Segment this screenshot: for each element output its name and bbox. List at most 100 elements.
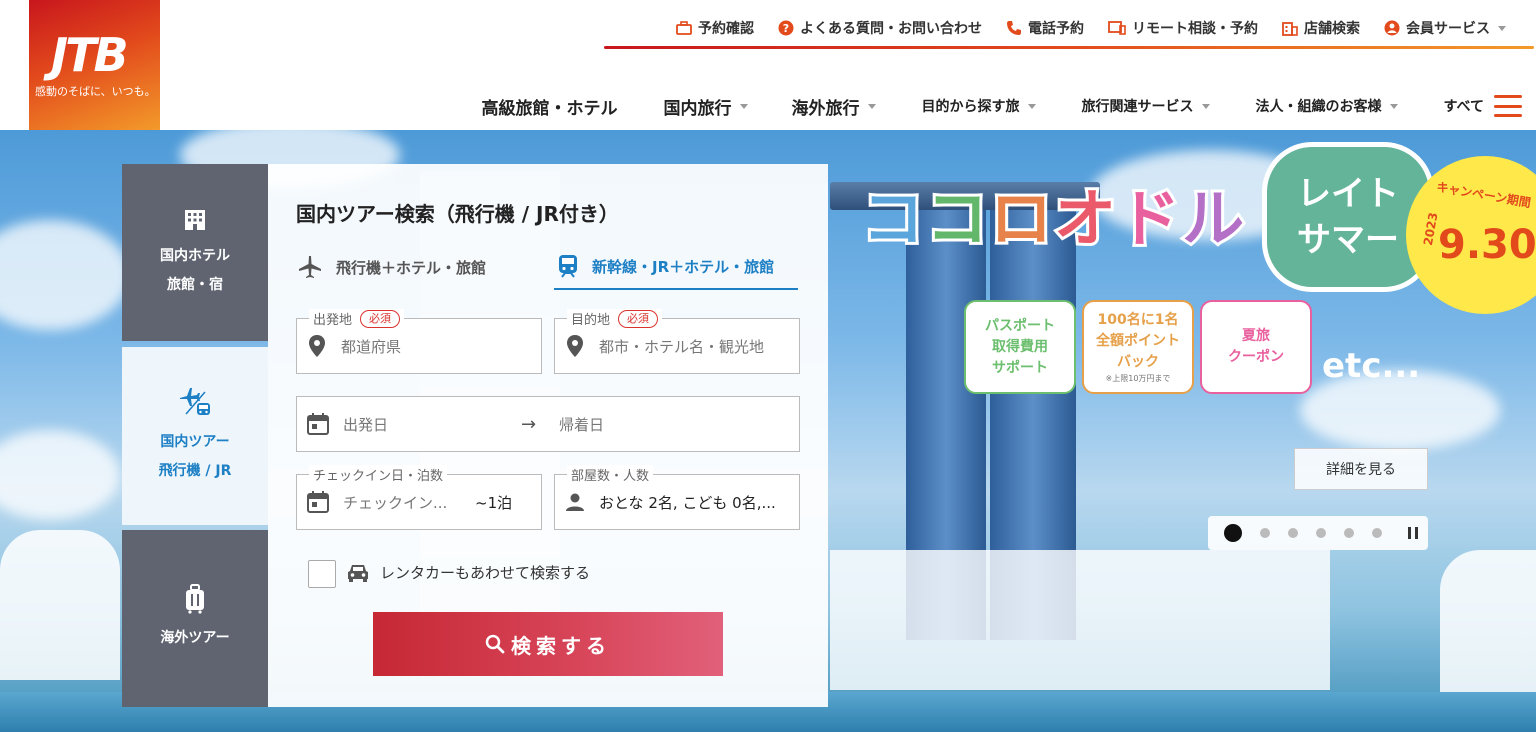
building-icon — [1282, 22, 1298, 36]
tab-domestic-tour[interactable]: 国内ツアー 飛行機 / JR — [122, 347, 268, 525]
carousel-dot-1[interactable] — [1224, 524, 1242, 542]
nav-label: すべて — [1443, 99, 1484, 115]
rentacar-option[interactable]: レンタカーもあわせて検索する — [346, 562, 590, 583]
promo-line: 全額ポイント — [1096, 332, 1180, 349]
nav-item-services[interactable]: 旅行関連サービス — [1082, 96, 1210, 116]
carousel-dot-4[interactable] — [1316, 528, 1326, 538]
nav-item-purpose[interactable]: 目的から探す旅 — [922, 96, 1036, 116]
util-item-faq[interactable]: ? よくある質問・お問い合わせ — [778, 18, 982, 38]
nav-label: 旅行関連サービス — [1081, 99, 1194, 115]
promo-card-points: 100名に1名 全額ポイント バック ※上限10万円まで — [1082, 300, 1194, 394]
tab-label-line1: 海外ツアー — [160, 630, 230, 646]
departure-field[interactable]: 出発地 必須 都道府県 — [296, 309, 542, 374]
question-icon: ? — [778, 20, 794, 36]
search-title: 国内ツアー検索（飛行機 / JR付き） — [296, 202, 619, 226]
util-item-phone[interactable]: 電話予約 — [1006, 18, 1084, 38]
logo-mark: JTB — [51, 28, 129, 82]
tab-label-line2: 旅館・宿 — [167, 276, 223, 293]
headline-char: ロ — [987, 179, 1055, 258]
late-summer-badge: レイト サマー — [1262, 142, 1434, 292]
util-item-reservation-check[interactable]: 予約確認 — [676, 18, 754, 38]
search-category-tabs: 国内ホテル 旅館・宿 国内ツアー 飛行機 / JR 海外ツアー — [122, 164, 268, 707]
nav-label: 国内旅行 — [663, 98, 732, 119]
plane-icon — [299, 256, 321, 278]
hotel-icon — [185, 209, 205, 230]
tab-overseas-tour[interactable]: 海外ツアー — [122, 530, 268, 707]
mode-label: 飛行機＋ホテル・旅館 — [336, 258, 487, 277]
late-summer-line2: サマー — [1297, 220, 1399, 260]
late-summer-line1: レイト — [1297, 174, 1399, 214]
promo-line: サポート — [992, 359, 1048, 376]
promo-card-coupon: 夏旅 クーポン — [1200, 300, 1312, 394]
tab-label-line1: 国内ツアー — [160, 434, 230, 450]
promo-line: 取得費用 — [992, 338, 1048, 355]
headline-char: ル — [1179, 179, 1247, 258]
promo-line: クーポン — [1228, 349, 1284, 365]
carousel-dot-3[interactable] — [1288, 528, 1298, 538]
checkin-field[interactable]: チェックイン日・泊数 チェックイン... ~1泊 — [296, 465, 542, 530]
promo-line: 夏旅 — [1242, 328, 1270, 344]
jtb-logo[interactable]: JTB 感動のそばに、いつも。 — [29, 0, 160, 130]
calendar-icon — [307, 491, 329, 513]
util-item-store-search[interactable]: 店舗検索 — [1282, 18, 1360, 38]
logo-tagline: 感動のそばに、いつも。 — [35, 85, 156, 98]
nav-item-overseas[interactable]: 海外旅行 — [792, 94, 876, 119]
departure-placeholder: 都道府県 — [341, 337, 402, 356]
carousel-dot-5[interactable] — [1344, 528, 1354, 538]
mode-tab-plane-hotel[interactable]: 飛行機＋ホテル・旅館 — [298, 244, 554, 290]
location-pin-icon — [567, 335, 583, 357]
nav-item-corporate[interactable]: 法人・組織のお客様 — [1256, 96, 1398, 116]
chevron-down-icon — [1201, 103, 1210, 109]
nav-item-luxury[interactable]: 高級旅館・ホテル — [482, 94, 618, 119]
headline-char: ド — [1115, 179, 1183, 258]
util-item-remote[interactable]: リモート相談・予約 — [1108, 18, 1258, 38]
rentacar-label: レンタカーもあわせて検索する — [380, 564, 591, 582]
util-item-member-services[interactable]: 会員サービス — [1384, 18, 1506, 38]
tab-label-line2: 飛行機 / JR — [158, 463, 232, 479]
arrow-right-icon: → — [521, 413, 537, 435]
tab-domestic-hotel[interactable]: 国内ホテル 旅館・宿 — [122, 164, 268, 341]
util-label: 電話予約 — [1028, 21, 1084, 37]
chevron-down-icon — [1498, 25, 1506, 31]
hamburger-menu-icon — [1494, 95, 1522, 117]
chevron-down-icon — [1027, 103, 1036, 109]
view-details-button[interactable]: 詳細を見る — [1294, 448, 1428, 490]
mode-tab-shinkansen-hotel[interactable]: 新幹線・JR＋ホテル・旅館 — [554, 244, 798, 290]
rentacar-checkbox[interactable] — [308, 560, 336, 588]
destination-field[interactable]: 目的地 必須 都市・ホテル名・観光地 — [554, 309, 800, 374]
promo-card-passport: パスポート 取得費用 サポート — [964, 300, 1076, 394]
site-header: JTB 感動のそばに、いつも。 予約確認 ? よくある質問・お問い合わせ 電話予… — [0, 0, 1536, 130]
departure-label: 出発地 — [313, 313, 353, 328]
search-button[interactable]: 検索する — [373, 612, 723, 676]
main-nav: 高級旅館・ホテル 国内旅行 海外旅行 目的から探す旅 旅行関連サービス 法人・組… — [436, 88, 1522, 124]
tab-label-line1: 国内ホテル — [160, 247, 230, 264]
utility-nav: 予約確認 ? よくある質問・お問い合わせ 電話予約 リモート相談・予約 店舗検索… — [652, 14, 1506, 42]
checkin-placeholder: チェックイン... — [343, 493, 448, 512]
util-label: 予約確認 — [698, 21, 754, 37]
return-date-placeholder: 帰着日 — [559, 415, 605, 434]
car-icon — [348, 564, 368, 582]
date-range-field[interactable]: 出発日 → 帰着日 — [296, 396, 800, 452]
rooms-guests-field[interactable]: 部屋数・人数 おとな 2名, こども 0名,... — [554, 465, 800, 530]
svg-text:?: ? — [783, 22, 789, 35]
train-icon — [559, 255, 577, 278]
headline-char: コ — [923, 179, 991, 258]
carousel-dot-6[interactable] — [1372, 528, 1382, 538]
nav-item-domestic[interactable]: 国内旅行 — [664, 94, 748, 119]
pause-icon[interactable] — [1408, 527, 1422, 539]
carousel-controls — [1208, 516, 1428, 550]
rooms-value: おとな 2名, こども 0名,... — [599, 493, 776, 512]
destination-placeholder: 都市・ホテル名・観光地 — [599, 337, 765, 356]
nav-item-all[interactable]: すべて — [1444, 95, 1522, 117]
nav-label: 海外旅行 — [791, 98, 860, 119]
nights-value: ~1泊 — [475, 493, 513, 512]
chevron-down-icon — [867, 103, 876, 109]
utility-nav-underline — [604, 46, 1534, 49]
plane-train-icon — [180, 388, 210, 415]
promo-note: ※上限10万円まで — [1105, 373, 1171, 383]
suitcase-icon — [186, 584, 204, 614]
carousel-dot-2[interactable] — [1260, 528, 1270, 538]
rooms-label: 部屋数・人数 — [567, 465, 654, 484]
calendar-icon — [307, 413, 329, 435]
nav-label: 目的から探す旅 — [921, 99, 1020, 115]
